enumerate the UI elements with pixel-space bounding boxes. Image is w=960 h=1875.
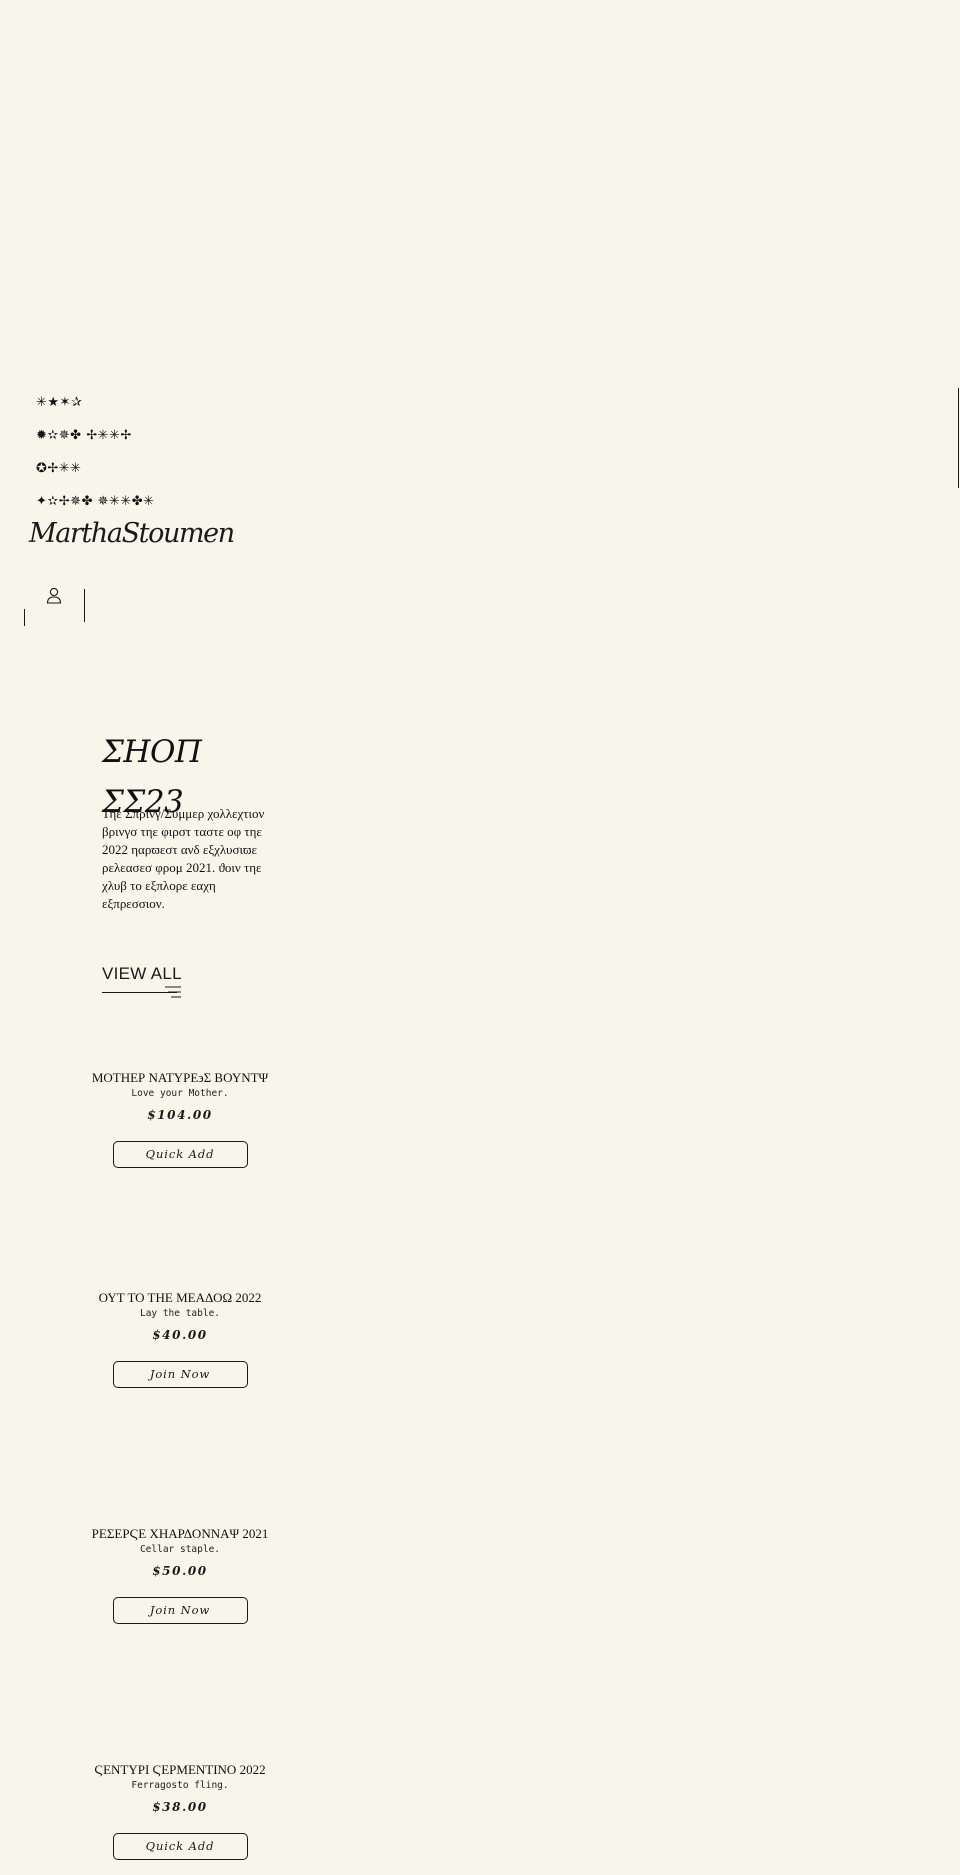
product-card: ΜΟΤΗΕΡ ΝΑΤΥΡΕ϶Σ ΒΟΥΝΤΨ Love your Mother.… <box>80 1070 280 1168</box>
product-price: $50.00 <box>152 1564 208 1578</box>
product-tagline: Lay the table. <box>139 1308 221 1319</box>
product-price: $104.00 <box>147 1108 213 1122</box>
product-card: ΡΕΣΕΡϚΕ ΧΗΑΡΔΟΝΝΑΨ 2021 Cellar staple. $… <box>80 1526 280 1624</box>
product-tagline: Love your Mother. <box>131 1088 229 1099</box>
nav-item[interactable]: ✪✢✳✳ <box>36 461 155 494</box>
product-card: ϚΕΝΤΥΡΙ ϚΕΡΜΕΝΤΙΝΟ 2022 Ferragosto fling… <box>80 1762 280 1860</box>
nav-item[interactable]: ✳★✶✰ <box>36 395 155 428</box>
join-now-button[interactable]: Join Now <box>112 1597 248 1624</box>
product-card: ΟΥΤ ΤΟ ΤΗΕ ΜΕΑΔΟΩ 2022 Lay the table. $4… <box>80 1290 280 1388</box>
quick-add-button[interactable]: Quick Add <box>112 1833 248 1860</box>
divider <box>24 609 25 626</box>
nav-item[interactable]: ✹✫✵✤ ✢✳✳✢ <box>36 428 155 461</box>
product-name[interactable]: ϚΕΝΤΥΡΙ ϚΕΡΜΕΝΤΙΝΟ 2022 <box>80 1762 280 1778</box>
product-name[interactable]: ΟΥΤ ΤΟ ΤΗΕ ΜΕΑΔΟΩ 2022 <box>80 1290 280 1306</box>
product-name[interactable]: ΜΟΤΗΕΡ ΝΑΤΥΡΕ϶Σ ΒΟΥΝΤΨ <box>80 1070 280 1086</box>
collection-description: Τηε Σπρινγ/Συμμερ χολλεχτιον βρινγσ τηε … <box>102 806 265 911</box>
product-tagline: Ferragosto fling. <box>131 1780 229 1791</box>
filter-lines-icon[interactable] <box>165 986 181 998</box>
user-icon[interactable] <box>46 587 62 604</box>
brand-logo[interactable]: MarthaStoumen <box>29 518 235 549</box>
divider <box>84 589 85 622</box>
product-price: $40.00 <box>152 1328 208 1342</box>
product-price: $38.00 <box>152 1800 208 1814</box>
page-title-line: ΣΗΟΠ <box>102 734 202 770</box>
scroll-edge-divider <box>958 388 959 488</box>
view-all-link[interactable]: VIEW ALL <box>102 964 182 984</box>
product-tagline: Cellar staple. <box>139 1544 221 1555</box>
join-now-button[interactable]: Join Now <box>112 1361 248 1388</box>
quick-add-button[interactable]: Quick Add <box>112 1141 248 1168</box>
main-nav: ✳★✶✰ ✹✫✵✤ ✢✳✳✢ ✪✢✳✳ ✦✫✢✵✤ ✵✳✳✤✳ <box>36 395 155 527</box>
product-name[interactable]: ΡΕΣΕΡϚΕ ΧΗΑΡΔΟΝΝΑΨ 2021 <box>80 1526 280 1542</box>
